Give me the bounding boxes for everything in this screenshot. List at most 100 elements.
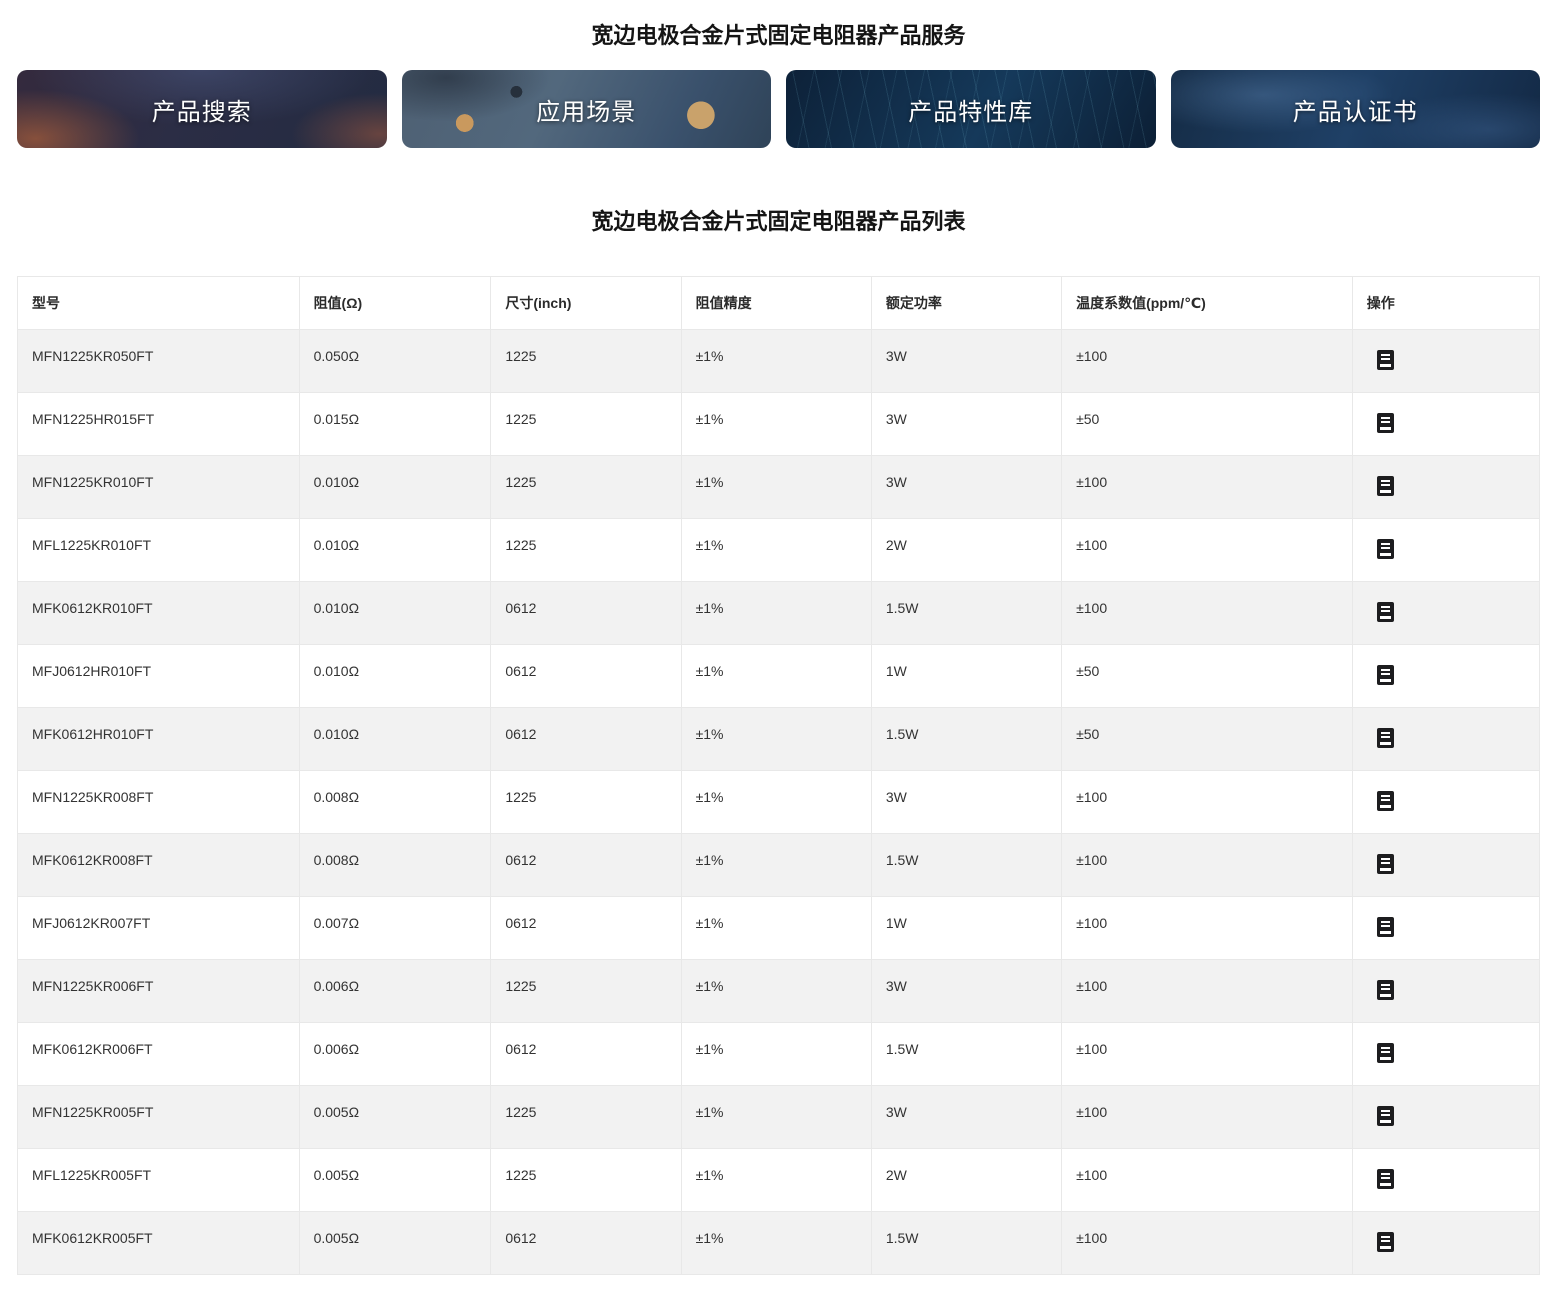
- nav-card-application-scenarios[interactable]: 应用场景: [402, 70, 772, 148]
- model-cell: MFK0612KR010FT: [18, 582, 300, 645]
- table-row: MFN1225KR008FT0.008Ω1225±1%3W±100: [18, 771, 1540, 834]
- action-cell: [1352, 330, 1539, 393]
- nav-card-row: 产品搜索 应用场景 产品特性库 产品认证书: [17, 70, 1540, 148]
- view-detail-button[interactable]: [1377, 854, 1394, 874]
- model-cell: MFN1225KR006FT: [18, 960, 300, 1023]
- document-list-icon: [1377, 665, 1394, 685]
- precision-cell: ±1%: [681, 708, 871, 771]
- view-detail-button[interactable]: [1377, 980, 1394, 1000]
- power-cell: 1W: [871, 897, 1061, 960]
- document-list-icon: [1377, 1043, 1394, 1063]
- action-cell: [1352, 1149, 1539, 1212]
- nav-card-label: 产品特性库: [908, 92, 1033, 127]
- action-cell: [1352, 708, 1539, 771]
- col-header-action: 操作: [1352, 277, 1539, 330]
- action-cell: [1352, 393, 1539, 456]
- resistance-cell: 0.005Ω: [299, 1149, 491, 1212]
- col-header-model: 型号: [18, 277, 300, 330]
- power-cell: 2W: [871, 1149, 1061, 1212]
- precision-cell: ±1%: [681, 645, 871, 708]
- power-cell: 3W: [871, 960, 1061, 1023]
- document-list-icon: [1377, 350, 1394, 370]
- document-list-icon: [1377, 728, 1394, 748]
- view-detail-button[interactable]: [1377, 1043, 1394, 1063]
- col-header-power: 额定功率: [871, 277, 1061, 330]
- size-cell: 1225: [491, 519, 681, 582]
- view-detail-button[interactable]: [1377, 917, 1394, 937]
- document-list-icon: [1377, 791, 1394, 811]
- power-cell: 3W: [871, 771, 1061, 834]
- view-detail-button[interactable]: [1377, 350, 1394, 370]
- nav-card-label: 产品认证书: [1293, 92, 1418, 127]
- nav-card-product-certificates[interactable]: 产品认证书: [1171, 70, 1541, 148]
- table-row: MFJ0612KR007FT0.007Ω0612±1%1W±100: [18, 897, 1540, 960]
- product-table-body: MFN1225KR050FT0.050Ω1225±1%3W±100MFN1225…: [18, 330, 1540, 1275]
- size-cell: 0612: [491, 582, 681, 645]
- view-detail-button[interactable]: [1377, 413, 1394, 433]
- size-cell: 1225: [491, 456, 681, 519]
- model-cell: MFL1225KR005FT: [18, 1149, 300, 1212]
- precision-cell: ±1%: [681, 1086, 871, 1149]
- action-cell: [1352, 582, 1539, 645]
- size-cell: 0612: [491, 708, 681, 771]
- tcr-cell: ±100: [1062, 834, 1353, 897]
- tcr-cell: ±50: [1062, 645, 1353, 708]
- tcr-cell: ±100: [1062, 960, 1353, 1023]
- model-cell: MFN1225KR010FT: [18, 456, 300, 519]
- document-list-icon: [1377, 1106, 1394, 1126]
- power-cell: 1.5W: [871, 582, 1061, 645]
- tcr-cell: ±100: [1062, 330, 1353, 393]
- model-cell: MFN1225KR050FT: [18, 330, 300, 393]
- document-list-icon: [1377, 602, 1394, 622]
- size-cell: 0612: [491, 834, 681, 897]
- precision-cell: ±1%: [681, 771, 871, 834]
- view-detail-button[interactable]: [1377, 1106, 1394, 1126]
- view-detail-button[interactable]: [1377, 539, 1394, 559]
- col-header-tcr: 温度系数值(ppm/℃): [1062, 277, 1353, 330]
- precision-cell: ±1%: [681, 960, 871, 1023]
- view-detail-button[interactable]: [1377, 728, 1394, 748]
- page-title: 宽边电极合金片式固定电阻器产品服务: [17, 0, 1540, 50]
- model-cell: MFN1225KR008FT: [18, 771, 300, 834]
- action-cell: [1352, 519, 1539, 582]
- document-list-icon: [1377, 539, 1394, 559]
- power-cell: 3W: [871, 393, 1061, 456]
- action-cell: [1352, 1212, 1539, 1275]
- action-cell: [1352, 834, 1539, 897]
- resistance-cell: 0.010Ω: [299, 519, 491, 582]
- table-row: MFL1225KR005FT0.005Ω1225±1%2W±100: [18, 1149, 1540, 1212]
- nav-card-product-characteristics-library[interactable]: 产品特性库: [786, 70, 1156, 148]
- tcr-cell: ±100: [1062, 1149, 1353, 1212]
- size-cell: 0612: [491, 897, 681, 960]
- table-row: MFN1225KR005FT0.005Ω1225±1%3W±100: [18, 1086, 1540, 1149]
- view-detail-button[interactable]: [1377, 1232, 1394, 1252]
- nav-card-product-search[interactable]: 产品搜索: [17, 70, 387, 148]
- model-cell: MFL1225KR010FT: [18, 519, 300, 582]
- document-list-icon: [1377, 1169, 1394, 1189]
- precision-cell: ±1%: [681, 897, 871, 960]
- document-list-icon: [1377, 917, 1394, 937]
- document-list-icon: [1377, 476, 1394, 496]
- tcr-cell: ±100: [1062, 1023, 1353, 1086]
- action-cell: [1352, 771, 1539, 834]
- view-detail-button[interactable]: [1377, 665, 1394, 685]
- resistance-cell: 0.050Ω: [299, 330, 491, 393]
- power-cell: 1.5W: [871, 1023, 1061, 1086]
- view-detail-button[interactable]: [1377, 791, 1394, 811]
- view-detail-button[interactable]: [1377, 1169, 1394, 1189]
- view-detail-button[interactable]: [1377, 476, 1394, 496]
- action-cell: [1352, 960, 1539, 1023]
- table-row: MFL1225KR010FT0.010Ω1225±1%2W±100: [18, 519, 1540, 582]
- size-cell: 0612: [491, 645, 681, 708]
- tcr-cell: ±100: [1062, 519, 1353, 582]
- document-list-icon: [1377, 1232, 1394, 1252]
- nav-card-label: 应用场景: [536, 92, 636, 127]
- model-cell: MFK0612KR008FT: [18, 834, 300, 897]
- table-row: MFK0612HR010FT0.010Ω0612±1%1.5W±50: [18, 708, 1540, 771]
- view-detail-button[interactable]: [1377, 602, 1394, 622]
- size-cell: 1225: [491, 1149, 681, 1212]
- action-cell: [1352, 1086, 1539, 1149]
- action-cell: [1352, 897, 1539, 960]
- power-cell: 1.5W: [871, 1212, 1061, 1275]
- tcr-cell: ±50: [1062, 708, 1353, 771]
